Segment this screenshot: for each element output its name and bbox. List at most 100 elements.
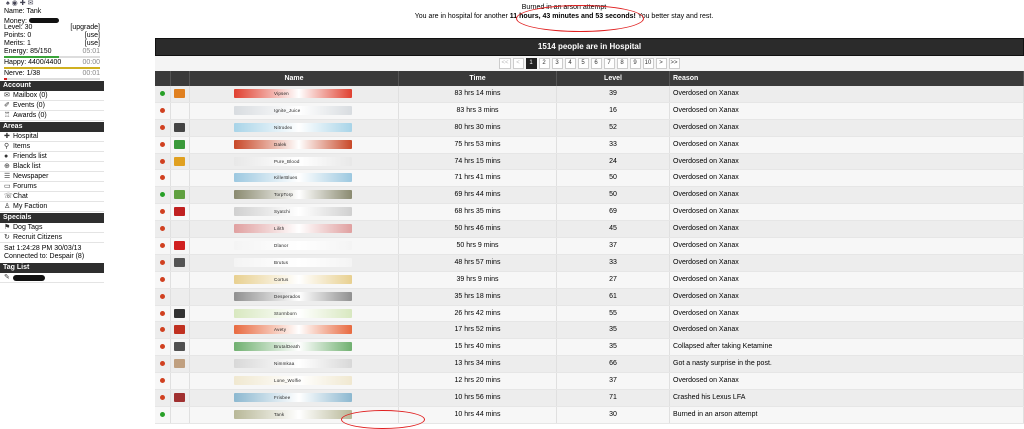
player-name-cell[interactable]: Lone_Wolfie bbox=[190, 373, 399, 390]
connection-status: Connected to: Despair (8) bbox=[4, 253, 85, 260]
player-name-cell[interactable]: Brutus bbox=[190, 254, 399, 271]
player-name-cell[interactable]: TorpTorp bbox=[190, 187, 399, 204]
player-name-cell[interactable]: Dlanor bbox=[190, 238, 399, 254]
sidebar-item-newspaper[interactable]: ☰ Newspaper bbox=[0, 172, 104, 182]
player-honor-bar[interactable]: Tank bbox=[234, 409, 352, 419]
player-honor-bar[interactable]: Ignite_Juice bbox=[234, 105, 352, 115]
faction-icon[interactable] bbox=[174, 139, 185, 149]
player-name-cell[interactable]: Nimmkaa bbox=[190, 356, 399, 373]
happy-bar-fill bbox=[4, 67, 100, 69]
status-icon-2[interactable]: ◉ bbox=[12, 0, 18, 7]
player-name-cell[interactable]: Dalek bbox=[190, 136, 399, 153]
sidebar-item-dogtags[interactable]: ⚑ Dog Tags bbox=[0, 223, 104, 233]
player-name-cell[interactable]: Syatchi bbox=[190, 204, 399, 221]
player-honor-bar[interactable]: Vipsen bbox=[234, 89, 352, 98]
sidebar-item-friends[interactable]: ● Friends list bbox=[0, 152, 104, 162]
player-honor-bar[interactable]: Nitrodex bbox=[234, 122, 352, 132]
faction-icon[interactable] bbox=[174, 257, 185, 267]
page-link[interactable]: 2 bbox=[538, 58, 550, 69]
sidebar-item-mailbox[interactable]: ✉ Mailbox (0) bbox=[0, 91, 104, 101]
player-honor-bar[interactable]: Pure_Blood bbox=[234, 156, 352, 166]
player-honor-bar[interactable]: TorpTorp bbox=[234, 190, 352, 200]
player-name-cell[interactable]: Cortus bbox=[190, 271, 399, 288]
player-name: Nimmkaa bbox=[274, 361, 295, 367]
header-name[interactable]: Name bbox=[190, 71, 399, 86]
faction-icon[interactable] bbox=[174, 156, 185, 166]
player-name-cell[interactable]: Stormborn bbox=[190, 305, 399, 322]
header-time[interactable]: Time bbox=[399, 71, 557, 86]
player-level: 35 bbox=[557, 322, 670, 339]
page-link[interactable]: 4 bbox=[564, 58, 576, 69]
hospital-reason: Overdosed on Xanax bbox=[670, 136, 1024, 153]
player-honor-bar[interactable]: KillerBlues bbox=[234, 173, 352, 183]
player-honor-bar[interactable]: Desperados bbox=[234, 291, 352, 301]
page-link[interactable]: 8 bbox=[616, 58, 628, 69]
faction-icon[interactable] bbox=[174, 342, 185, 352]
sidebar-item-hospital[interactable]: ✚ Hospital bbox=[0, 132, 104, 142]
faction-icon[interactable] bbox=[174, 325, 185, 335]
faction-icon[interactable] bbox=[174, 122, 185, 132]
player-level: 66 bbox=[557, 356, 670, 373]
page-link[interactable]: >> bbox=[668, 58, 680, 69]
sidebar-item-forums[interactable]: ▭ Forums bbox=[0, 182, 104, 192]
page-link[interactable]: < bbox=[512, 58, 524, 69]
stat-energy: Energy: 85/150 05:01 bbox=[4, 48, 100, 55]
player-honor-bar[interactable]: Dlanor bbox=[234, 241, 352, 251]
faction-icon[interactable] bbox=[174, 359, 185, 369]
faction-icon[interactable] bbox=[174, 207, 185, 217]
player-honor-bar[interactable]: Frisbee bbox=[234, 393, 352, 403]
header-level[interactable]: Level bbox=[557, 71, 670, 86]
sidebar-item-awards[interactable]: ♖ Awards (0) bbox=[0, 111, 104, 121]
mail-icon[interactable]: ✉ bbox=[28, 0, 34, 7]
sidebar-item-items[interactable]: ⚲ Items bbox=[0, 142, 104, 152]
page-link[interactable]: 9 bbox=[629, 58, 641, 69]
player-name-cell[interactable]: BrutalDeath bbox=[190, 339, 399, 356]
player-honor-bar[interactable]: Avety bbox=[234, 325, 352, 335]
sidebar-item-events[interactable]: ✐ Events (0) bbox=[0, 101, 104, 111]
page-link[interactable]: 1 bbox=[525, 58, 537, 69]
page-link[interactable]: > bbox=[655, 58, 667, 69]
sidebar-item-recruit[interactable]: ↻ Recruit Citizens bbox=[0, 233, 104, 243]
player-name-cell[interactable]: Vipsen bbox=[190, 86, 399, 102]
faction-icon[interactable] bbox=[174, 89, 185, 98]
player-name-cell[interactable]: Frisbee bbox=[190, 390, 399, 406]
use-merits-link[interactable]: [use] bbox=[85, 40, 100, 48]
sidebar-item-faction[interactable]: ♙ My Faction bbox=[0, 202, 104, 212]
player-name-cell[interactable]: Ignite_Juice bbox=[190, 102, 399, 119]
player-honor-bar[interactable]: Syatchi bbox=[234, 207, 352, 217]
player-name-cell[interactable]: Pure_Blood bbox=[190, 153, 399, 170]
player-honor-bar[interactable]: Dalek bbox=[234, 139, 352, 149]
upgrade-link[interactable]: [upgrade] bbox=[70, 24, 100, 32]
use-points-link[interactable]: [use] bbox=[85, 32, 100, 40]
player-name-cell[interactable]: Nitrodex bbox=[190, 119, 399, 136]
faction-icon[interactable] bbox=[174, 190, 185, 200]
status-icon-3[interactable]: ✚ bbox=[20, 0, 26, 7]
page-link[interactable]: 5 bbox=[577, 58, 589, 69]
sidebar-item-chat[interactable]: ☏ Chat bbox=[0, 192, 104, 202]
player-name-cell[interactable]: Desperados bbox=[190, 288, 399, 305]
page-link[interactable]: << bbox=[499, 58, 511, 69]
player-level: 37 bbox=[557, 238, 670, 254]
player-name-cell[interactable]: Avety bbox=[190, 322, 399, 339]
page-link[interactable]: 6 bbox=[590, 58, 602, 69]
player-honor-bar[interactable]: Lilith bbox=[234, 224, 352, 234]
faction-icon[interactable] bbox=[174, 308, 185, 318]
player-honor-bar[interactable]: Cortus bbox=[234, 274, 352, 284]
table-row: Cortus 39 hrs 9 mins 27 Overdosed on Xanax bbox=[155, 271, 1024, 289]
player-honor-bar[interactable]: Nimmkaa bbox=[234, 359, 352, 369]
sidebar-item-blacklist[interactable]: ⊕ Black list bbox=[0, 162, 104, 172]
page-link[interactable]: 7 bbox=[603, 58, 615, 69]
player-name-cell[interactable]: Lilith bbox=[190, 221, 399, 238]
faction-icon[interactable] bbox=[174, 393, 185, 403]
player-honor-bar[interactable]: Brutus bbox=[234, 257, 352, 267]
tag-list-entry[interactable]: ✎ bbox=[0, 273, 104, 283]
player-name-cell[interactable]: KillerBlues bbox=[190, 170, 399, 187]
player-honor-bar[interactable]: BrutalDeath bbox=[234, 342, 352, 352]
page-link[interactable]: 3 bbox=[551, 58, 563, 69]
faction-icon[interactable] bbox=[174, 241, 185, 251]
status-icon-1[interactable]: ♠ bbox=[6, 0, 10, 7]
player-honor-bar[interactable]: Lone_Wolfie bbox=[234, 376, 352, 386]
page-link[interactable]: 10 bbox=[642, 58, 654, 69]
player-honor-bar[interactable]: Stormborn bbox=[234, 308, 352, 318]
happy-bar bbox=[4, 67, 100, 69]
